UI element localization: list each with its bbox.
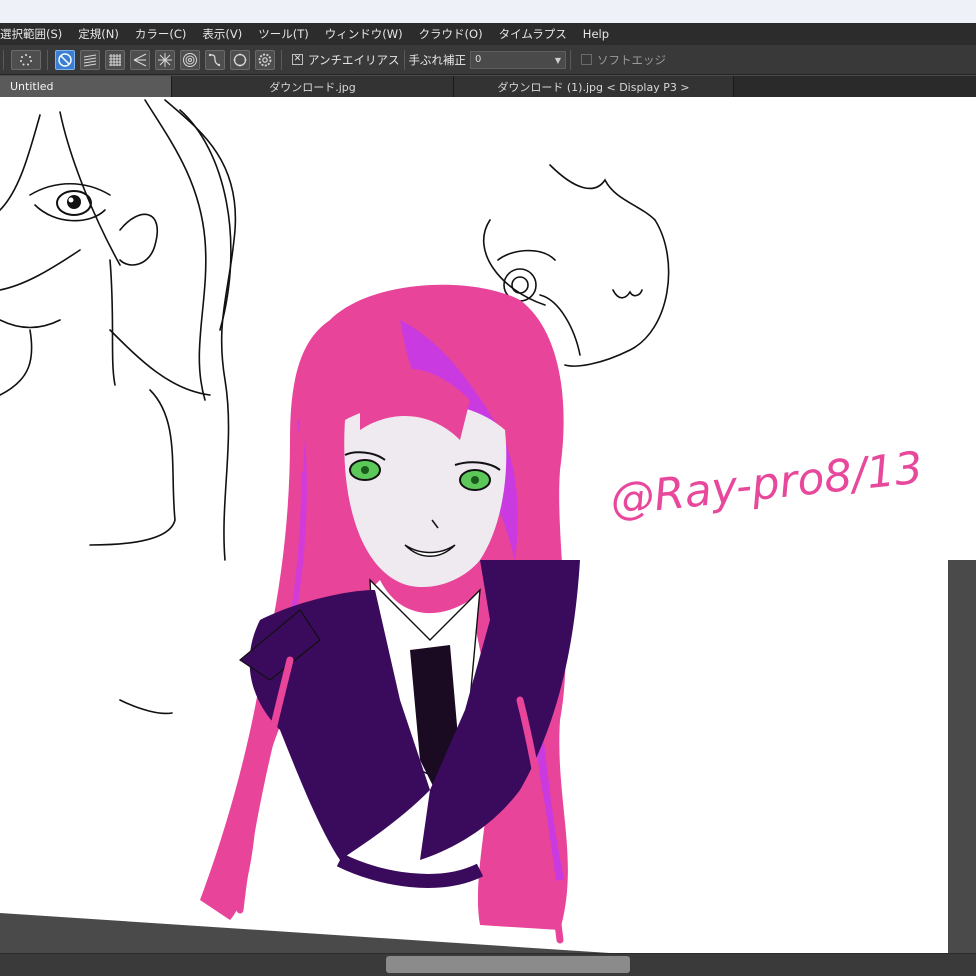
- tab-label: ダウンロード (1).jpg < Display P3 >: [497, 80, 690, 94]
- stabilizer-label: 手ぶれ補正: [408, 52, 467, 67]
- tab-label: ダウンロード.jpg: [269, 80, 356, 94]
- soft-edge-label: ソフトエッジ: [597, 52, 667, 67]
- tab-label: Untitled: [10, 80, 54, 93]
- toolbar-divider: [403, 49, 405, 70]
- toolbar-divider: [47, 49, 48, 70]
- menu-color[interactable]: カラー(C): [127, 26, 195, 42]
- snap-toolbar: ✕ アンチエイリアス 手ぶれ補正 0 ▼ ソフトエッジ: [0, 45, 976, 75]
- document-tabs: Untitled ダウンロード.jpg ダウンロード (1).jpg < Dis…: [0, 76, 976, 97]
- menu-tool[interactable]: ツール(T): [250, 26, 317, 42]
- radial-lines-icon: [157, 52, 172, 67]
- title-strip: [0, 0, 976, 23]
- menu-bar: 選択範囲(S) 定規(N) カラー(C) 表示(V) ツール(T) ウィンドウ(…: [0, 23, 976, 45]
- antialias-label: アンチエイリアス: [308, 52, 400, 67]
- menu-selection[interactable]: 選択範囲(S): [0, 26, 70, 42]
- ellipse-icon: [233, 53, 246, 66]
- scrollbar-thumb[interactable]: [386, 956, 630, 973]
- ellipse-snap-button[interactable]: [229, 49, 250, 70]
- soft-edge-checkbox[interactable]: [581, 54, 593, 65]
- dots-circle-icon: [19, 53, 32, 65]
- snap-settings-button[interactable]: [254, 49, 275, 70]
- curve-icon: [208, 53, 220, 66]
- stabilizer-select[interactable]: 0 ▼: [470, 50, 567, 69]
- drawing-canvas[interactable]: @Ray-pro8/13: [0, 97, 976, 953]
- toolbar-divider: [281, 49, 282, 70]
- snap-off-button[interactable]: [54, 49, 75, 70]
- no-snap-icon: [57, 52, 72, 67]
- menu-cloud[interactable]: クラウド(O): [411, 26, 491, 42]
- gear-icon: [258, 53, 271, 66]
- menu-ruler[interactable]: 定規(N): [70, 26, 127, 42]
- brush-settings-button[interactable]: [10, 49, 41, 70]
- antialias-checkbox[interactable]: ✕: [292, 54, 303, 65]
- tab-download-jpg[interactable]: ダウンロード.jpg: [172, 76, 454, 97]
- radial-snap-button[interactable]: [154, 49, 175, 70]
- concentric-snap-button[interactable]: [179, 49, 200, 70]
- chevron-down-icon: ▼: [554, 55, 562, 65]
- artwork: @Ray-pro8/13: [0, 97, 976, 953]
- concentric-circles-icon: [182, 52, 197, 67]
- tab-untitled[interactable]: Untitled: [0, 76, 172, 97]
- grid-snap-button[interactable]: [104, 49, 125, 70]
- toolbar-divider: [570, 49, 572, 70]
- stabilizer-value: 0: [475, 54, 482, 65]
- parallel-snap-button[interactable]: [79, 49, 100, 70]
- grid-icon: [108, 53, 121, 66]
- horizontal-scrollbar[interactable]: [0, 953, 976, 976]
- menu-help[interactable]: Help: [575, 27, 617, 41]
- toolbar-divider: [3, 49, 4, 70]
- parallel-lines-icon: [83, 53, 96, 67]
- tab-download-1-jpg[interactable]: ダウンロード (1).jpg < Display P3 >: [454, 76, 734, 97]
- curve-snap-button[interactable]: [204, 49, 225, 70]
- menu-window[interactable]: ウィンドウ(W): [317, 26, 411, 42]
- menu-timelapse[interactable]: タイムラプス: [491, 26, 575, 42]
- menu-view[interactable]: 表示(V): [194, 26, 250, 42]
- perspective-icon: [133, 53, 146, 66]
- workspace-corner: [948, 560, 976, 953]
- perspective-snap-button[interactable]: [129, 49, 150, 70]
